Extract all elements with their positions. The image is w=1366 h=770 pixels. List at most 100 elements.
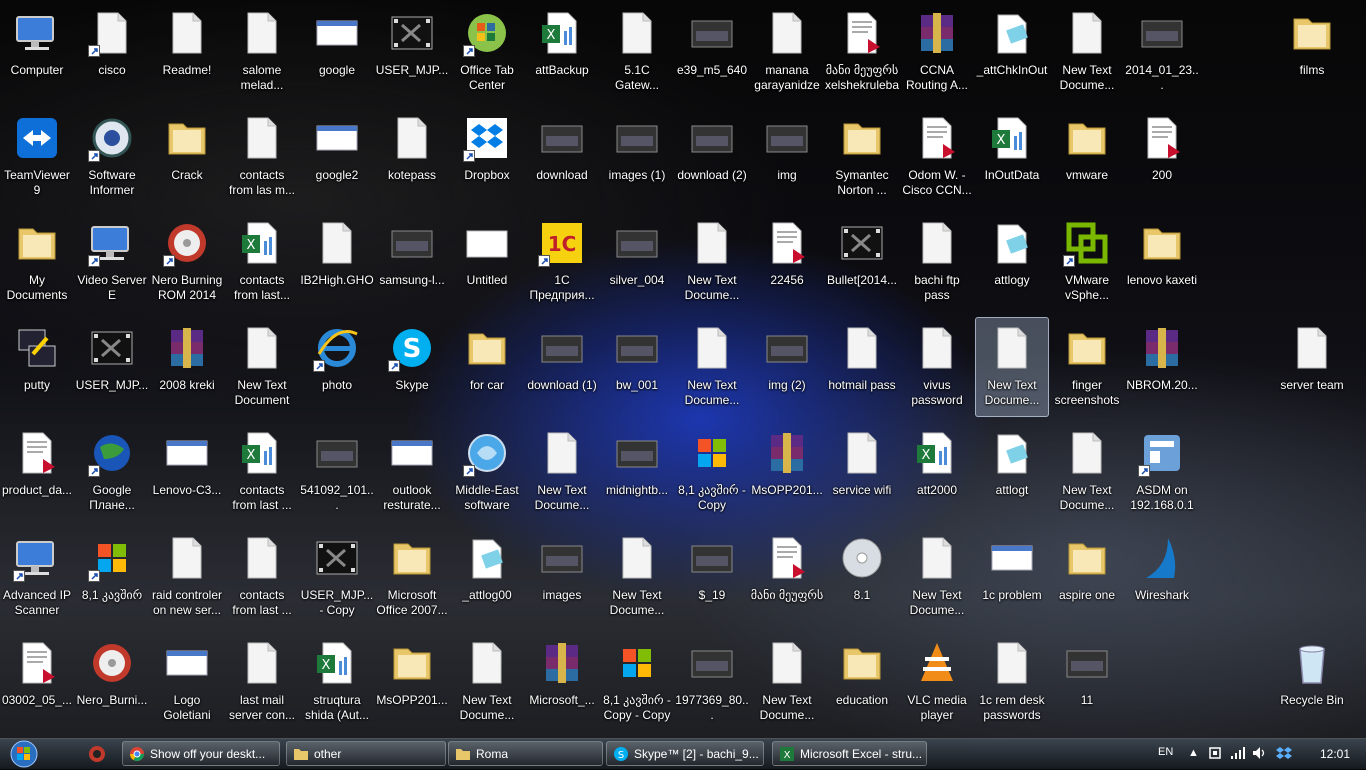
desktop-icon-microsoft[interactable]: Microsoft_... — [525, 632, 599, 732]
desktop-icon-samsung-l[interactable]: samsung-l... — [375, 212, 449, 312]
desktop-icon-education[interactable]: education — [825, 632, 899, 732]
desktop-icon-attbackup[interactable]: XattBackup — [525, 2, 599, 102]
desktop-icon-readme[interactable]: Readme! — [150, 2, 224, 102]
desktop-icon-bachi-ftp-pass[interactable]: bachi ftp pass — [900, 212, 974, 312]
desktop-icon-skype[interactable]: S Skype — [375, 317, 449, 417]
desktop-icon-user-mjp[interactable]: USER_MJP... — [75, 317, 149, 417]
desktop-icon-1c[interactable]: 1C 1C Предприя... — [525, 212, 599, 312]
desktop-icon-img[interactable]: img — [750, 107, 824, 207]
desktop-icon-manana-garayanidze[interactable]: manana garayanidze — [750, 2, 824, 102]
desktop-icon-advanced-ip-scanner[interactable]: Advanced IP Scanner — [0, 527, 74, 627]
desktop-icon-new-text-docume[interactable]: New Text Docume... — [975, 317, 1049, 417]
desktop-icon-putty[interactable]: putty — [0, 317, 74, 417]
desktop-icon-images[interactable]: images — [525, 527, 599, 627]
desktop-icon-attlogt[interactable]: attlogt — [975, 422, 1049, 522]
desktop-icon-contacts-from-last[interactable]: Xcontacts from last ... — [225, 422, 299, 522]
quicklaunch-app-icon[interactable] — [86, 743, 108, 765]
start-button[interactable] — [4, 739, 44, 769]
desktop-icon-my-documents[interactable]: My Documents — [0, 212, 74, 312]
desktop-icon-silver-004[interactable]: silver_004 — [600, 212, 674, 312]
desktop-icon-541092-101[interactable]: 541092_101... — [300, 422, 374, 522]
taskbar-button-show-off-your-deskt[interactable]: Show off your deskt... — [122, 741, 280, 766]
desktop-icon-microsoft-office-2007[interactable]: Microsoft Office 2007... — [375, 527, 449, 627]
desktop-icon-1c-problem[interactable]: 1c problem — [975, 527, 1049, 627]
desktop-icon-8-1[interactable]: 8.1 — [825, 527, 899, 627]
desktop-icon-bw-001[interactable]: bw_001 — [600, 317, 674, 417]
desktop-icon-odom-w-cisco-ccn[interactable]: Odom W. - Cisco CCN... — [900, 107, 974, 207]
desktop-icon-cisco[interactable]: cisco — [75, 2, 149, 102]
desktop-icon-outlook-resturate[interactable]: outlook resturate... — [375, 422, 449, 522]
desktop-icon-nero-burning-rom-2014[interactable]: Nero Burning ROM 2014 — [150, 212, 224, 312]
volume-icon[interactable] — [1252, 746, 1268, 760]
desktop-icon-software-informer[interactable]: Software Informer — [75, 107, 149, 207]
desktop-icon-nero-burni[interactable]: Nero_Burni... — [75, 632, 149, 732]
desktop-icon-attchkinout[interactable]: _attChkInOut — [975, 2, 1049, 102]
desktop-icon-teamviewer-9[interactable]: TeamViewer 9 — [0, 107, 74, 207]
desktop-icon-2008-kreki[interactable]: 2008 kreki — [150, 317, 224, 417]
desktop-icon-contacts-from-last[interactable]: contacts from last ... — [225, 527, 299, 627]
desktop-icon-asdm-on-192-168-0-1[interactable]: ASDM on 192.168.0.1 — [1125, 422, 1199, 522]
desktop-icon-crack[interactable]: Crack — [150, 107, 224, 207]
desktop-icon-new-text-docume[interactable]: New Text Docume... — [675, 317, 749, 417]
desktop-icon-hotmail-pass[interactable]: hotmail pass — [825, 317, 899, 417]
desktop-icon-new-text-docume[interactable]: New Text Docume... — [600, 527, 674, 627]
desktop-icon-office-tab-center[interactable]: Office Tab Center — [450, 2, 524, 102]
desktop-icon-contacts-from-las-m[interactable]: contacts from las m... — [225, 107, 299, 207]
desktop-icon-for-car[interactable]: for car — [450, 317, 524, 417]
desktop-icon-vivus-password[interactable]: vivus password — [900, 317, 974, 417]
taskbar-button-other[interactable]: other — [286, 741, 446, 766]
desktop-icon-bullet-2014[interactable]: Bullet[2014... — [825, 212, 899, 312]
desktop-icon-raid-controler-on-new-ser[interactable]: raid controler on new ser... — [150, 527, 224, 627]
desktop-icon-200[interactable]: 200 — [1125, 107, 1199, 207]
desktop-icon-nbrom-20[interactable]: NBROM.20... — [1125, 317, 1199, 417]
desktop-icon-vmware-vsphe[interactable]: VMware vSphe... — [1050, 212, 1124, 312]
desktop-icon-last-mail-server-con[interactable]: last mail server con... — [225, 632, 299, 732]
desktop-icon-server-team[interactable]: server team — [1275, 317, 1349, 417]
desktop-icon-download-2[interactable]: download (2) — [675, 107, 749, 207]
desktop-icon-user-mjp-copy[interactable]: USER_MJP... - Copy — [300, 527, 374, 627]
desktop-icon-recycle-bin[interactable]: Recycle Bin — [1275, 632, 1349, 732]
desktop-icon-google[interactable]: Google Плане... — [75, 422, 149, 522]
desktop-icon-download-1[interactable]: download (1) — [525, 317, 599, 417]
desktop-icon-salome-melad[interactable]: salome melad... — [225, 2, 299, 102]
desktop-icon-video-server-e[interactable]: Video Server E — [75, 212, 149, 312]
desktop-icon-symantec-norton[interactable]: Symantec Norton ... — [825, 107, 899, 207]
desktop-icon-images-1[interactable]: images (1) — [600, 107, 674, 207]
desktop-icon-struqtura-shida-aut[interactable]: Xstruqtura shida (Aut... — [300, 632, 374, 732]
desktop-icon-attlogy[interactable]: attlogy — [975, 212, 1049, 312]
desktop-icon-vmware[interactable]: vmware — [1050, 107, 1124, 207]
taskbar-button-skype-2-bachi-9[interactable]: S Skype™ [2] - bachi_9... — [606, 741, 764, 766]
desktop-icon-new-text-docume[interactable]: New Text Docume... — [750, 632, 824, 732]
desktop-icon-new-text-docume[interactable]: New Text Docume... — [1050, 2, 1124, 102]
desktop-icon-download[interactable]: download — [525, 107, 599, 207]
desktop-icon-new-text-docume[interactable]: New Text Docume... — [450, 632, 524, 732]
desktop-icon-msopp201[interactable]: MsOPP201... — [750, 422, 824, 522]
taskbar-button-roma[interactable]: Roma — [448, 741, 603, 766]
desktop-icon-films[interactable]: films — [1275, 2, 1349, 102]
desktop-icon-ib2high-gho[interactable]: IB2High.GHO — [300, 212, 374, 312]
desktop-icon-22456[interactable]: 22456 — [750, 212, 824, 312]
language-indicator[interactable]: EN — [1158, 746, 1173, 758]
desktop-icon-5-1c-gatew[interactable]: 5.1C Gatew... — [600, 2, 674, 102]
desktop-icon-11[interactable]: 11 — [1050, 632, 1124, 732]
desktop-icon-dropbox[interactable]: Dropbox — [450, 107, 524, 207]
desktop-icon-middle-east-software[interactable]: Middle-East software — [450, 422, 524, 522]
desktop-icon-19[interactable]: $_19 — [675, 527, 749, 627]
desktop-icon-aspire-one[interactable]: aspire one — [1050, 527, 1124, 627]
network-signal-icon[interactable] — [1230, 746, 1246, 760]
desktop-icon-lenovo-kaxeti[interactable]: lenovo kaxeti — [1125, 212, 1199, 312]
desktop-icon-computer[interactable]: Computer — [0, 2, 74, 102]
desktop-icon-8-1-copy-copy[interactable]: 8,1 კავშირ - Copy - Copy — [600, 632, 674, 732]
desktop-icon-03002-05[interactable]: 03002_05_... — [0, 632, 74, 732]
desktop-icon-product-da[interactable]: product_da... — [0, 422, 74, 522]
desktop-icon-contacts-from-last[interactable]: Xcontacts from last... — [225, 212, 299, 312]
desktop-icon-kotepass[interactable]: kotepass — [375, 107, 449, 207]
desktop-icon-logo-goletiani[interactable]: Logo Goletiani — [150, 632, 224, 732]
desktop-icon-new-text-document[interactable]: New Text Document — [225, 317, 299, 417]
desktop-icon-1977369-80[interactable]: 1977369_80... — [675, 632, 749, 732]
desktop-icon-item[interactable]: მანი მეუფრს — [750, 527, 824, 627]
desktop-icon-untitled[interactable]: Untitled — [450, 212, 524, 312]
clock[interactable]: 12:01 — [1320, 747, 1350, 761]
desktop-icon-new-text-docume[interactable]: New Text Docume... — [1050, 422, 1124, 522]
desktop-icon-new-text-docume[interactable]: New Text Docume... — [900, 527, 974, 627]
